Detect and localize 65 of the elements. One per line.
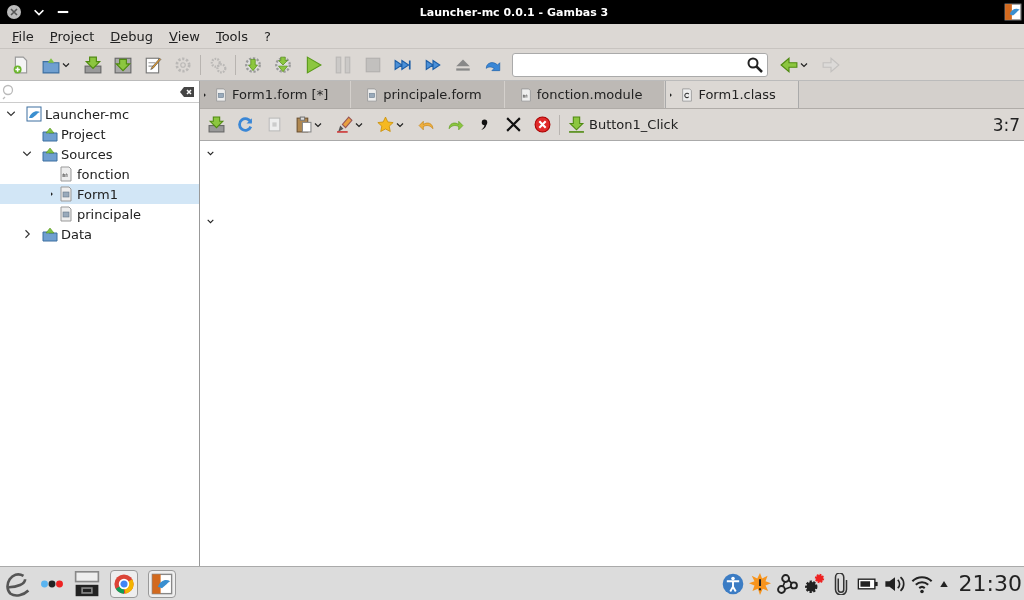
tree-label: Data <box>61 226 93 242</box>
cursor-position: 3:7 <box>992 114 1021 135</box>
form-file-icon <box>58 206 74 222</box>
tree-item[interactable]: principale <box>0 204 199 224</box>
e-logo-icon[interactable] <box>4 570 30 597</box>
form-file-icon <box>214 87 228 102</box>
folder-icon <box>42 226 58 242</box>
menu-item[interactable]: Project <box>41 28 103 44</box>
module-file-icon <box>518 87 533 102</box>
window-title: Launcher-mc 0.0.1 - Gambas 3 <box>419 5 609 19</box>
download-icon[interactable] <box>84 55 102 74</box>
tree-label: Sources <box>61 146 113 162</box>
editor-tab[interactable]: Form1.class <box>665 81 799 108</box>
tree-label: Project <box>61 126 106 142</box>
download-icon[interactable] <box>208 116 225 133</box>
window-switcher-icon[interactable] <box>74 570 100 597</box>
form-file-icon <box>365 87 380 102</box>
cancel-icon[interactable] <box>534 116 551 133</box>
menu-item[interactable]: Debug <box>102 28 162 44</box>
menu-item[interactable]: View <box>161 28 208 44</box>
taskbar-app[interactable] <box>148 569 176 598</box>
tree-label: fonction <box>77 166 130 182</box>
fold-chevron-icon[interactable] <box>206 149 215 158</box>
clipboard-icon[interactable] <box>295 116 312 133</box>
menu-item[interactable]: Tools <box>207 28 256 44</box>
search-field[interactable] <box>512 52 768 77</box>
gears-icon[interactable] <box>802 572 825 595</box>
tree-item[interactable]: Project <box>0 124 199 144</box>
reload-icon[interactable] <box>237 116 254 133</box>
network-nodes-icon[interactable] <box>775 572 798 595</box>
notepad-pencil-icon[interactable] <box>144 55 162 74</box>
editor-tab[interactable]: principale.form <box>351 81 505 108</box>
taskbar-app[interactable] <box>110 569 138 598</box>
procedure-label[interactable]: Button1_Click <box>589 117 679 132</box>
tree-item[interactable]: fonction <box>0 164 199 184</box>
paintbrush-icon[interactable] <box>336 116 353 133</box>
fold-chevron-icon[interactable] <box>206 217 215 226</box>
folder-icon <box>42 146 58 162</box>
browser-icon <box>113 572 135 595</box>
tree-label: Launcher-mc <box>45 106 130 122</box>
module-file-icon <box>58 166 74 182</box>
tree-item[interactable]: Data <box>0 224 199 244</box>
tree-item[interactable]: Sources <box>0 144 199 164</box>
close-icon[interactable] <box>6 4 22 20</box>
filter-field[interactable] <box>0 81 199 103</box>
editor-tab[interactable]: fonction.module <box>504 81 666 108</box>
star-icon[interactable] <box>377 116 394 133</box>
editor-tab[interactable]: Form1.form [*] <box>200 81 352 108</box>
folder-icon <box>42 126 58 142</box>
alert-burst-icon[interactable] <box>748 572 771 595</box>
accessibility-icon[interactable] <box>721 572 744 595</box>
download-tray-icon[interactable] <box>114 55 132 74</box>
project-icon <box>26 106 42 122</box>
form-file-icon <box>58 186 74 202</box>
clock[interactable]: 21:30 <box>958 571 1022 596</box>
tree-item[interactable]: Launcher-mc <box>0 104 199 124</box>
menu-item[interactable]: ? <box>255 28 279 44</box>
search-icon[interactable] <box>747 56 763 73</box>
tree-label: principale <box>77 206 142 222</box>
tree-item[interactable]: Form1 <box>0 184 199 204</box>
tree-label: Form1 <box>77 186 119 202</box>
procedure-arrow-icon[interactable] <box>568 116 585 133</box>
cross-icon[interactable] <box>505 116 522 133</box>
menu-item[interactable]: File <box>4 28 42 44</box>
class-file-icon <box>680 87 695 102</box>
